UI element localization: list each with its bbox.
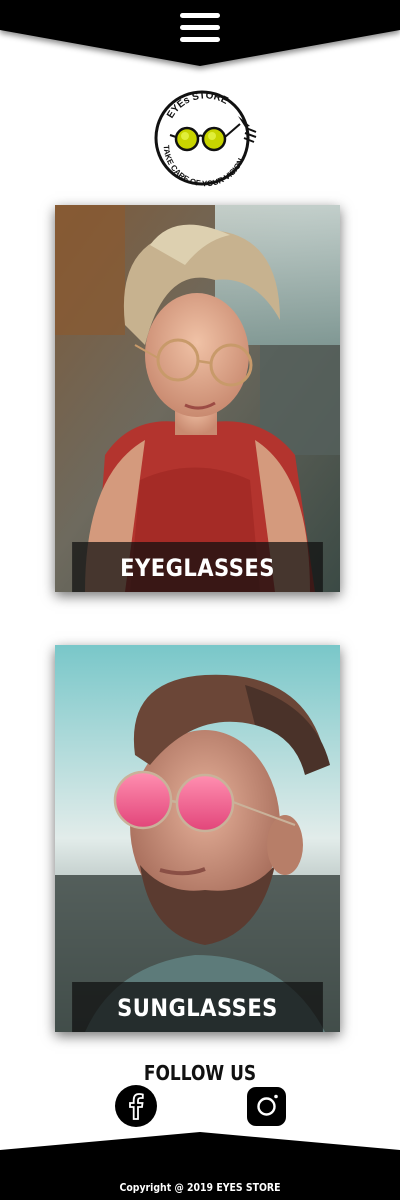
facebook-icon xyxy=(129,1093,144,1120)
copyright-text: Copyright @ 2019 EYES STORE xyxy=(119,1181,281,1194)
sunglasses-photo xyxy=(55,645,340,1032)
store-logo[interactable]: EYEs STORE TAKE CARE OF YOUR VISION xyxy=(150,86,262,190)
category-label: EYEGLASSES xyxy=(72,542,323,592)
hamburger-menu-icon xyxy=(180,13,220,18)
instagram-icon xyxy=(257,1094,278,1116)
eyeglasses-photo xyxy=(55,205,340,592)
facebook-link[interactable] xyxy=(115,1085,157,1127)
category-card-sunglasses[interactable]: SUNGLASSES xyxy=(55,645,340,1032)
menu-button[interactable] xyxy=(178,10,222,48)
follow-us-title: FOLLOW US xyxy=(143,1061,257,1085)
header-bar xyxy=(0,0,400,80)
category-label: SUNGLASSES xyxy=(72,982,323,1032)
instagram-link[interactable] xyxy=(247,1087,286,1126)
category-card-eyeglasses[interactable]: EYEGLASSES xyxy=(55,205,340,592)
